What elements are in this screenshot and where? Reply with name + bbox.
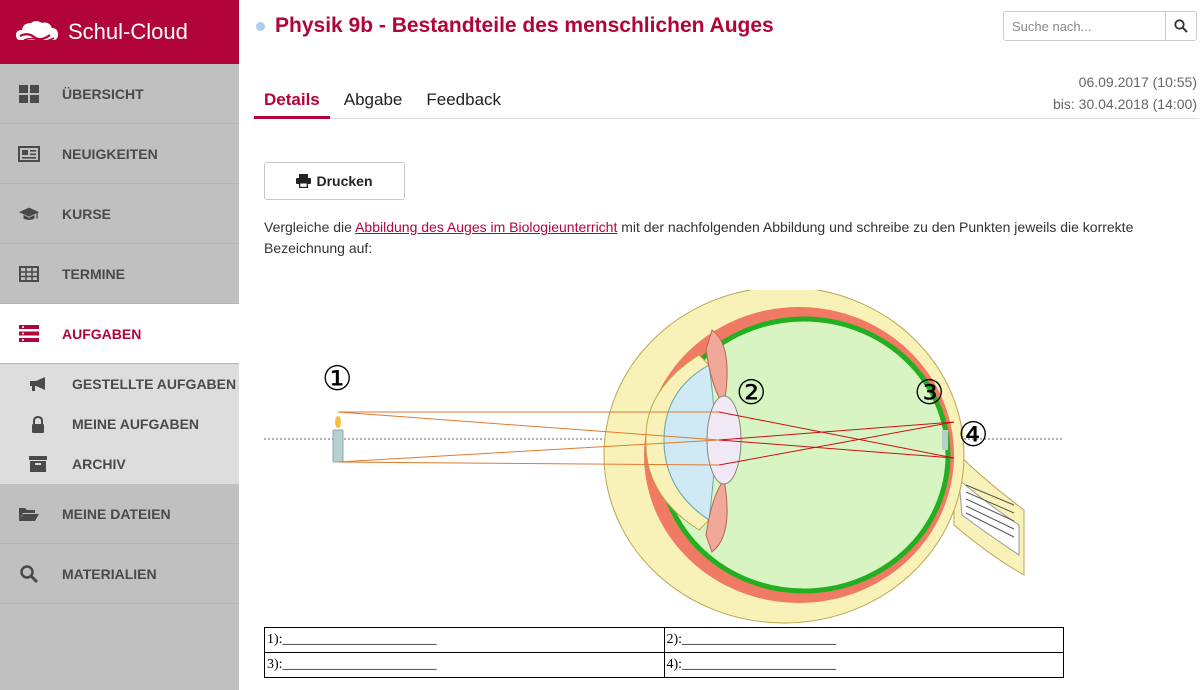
sidebar-item-label: MEINE AUFGABEN	[72, 416, 200, 432]
sidebar-item-label: TERMINE	[62, 265, 125, 282]
sidebar-item-label: NEUIGKEITEN	[62, 145, 158, 162]
search-box	[1003, 11, 1197, 41]
sidebar-item-termine[interactable]: TERMINE	[0, 244, 239, 304]
sidebar-subitem-gestellte-aufgaben[interactable]: GESTELLTE AUFGABEN	[0, 364, 239, 404]
answer-table: 1):______________________ 2):___________…	[264, 627, 1064, 678]
sidebar-item-label: GESTELLTE AUFGABEN	[72, 376, 237, 392]
sidebar-item-label: ARCHIV	[72, 456, 126, 472]
bullhorn-icon	[28, 374, 48, 394]
tasks-icon	[18, 323, 40, 345]
tab-abgabe[interactable]: Abgabe	[334, 90, 413, 119]
sidebar-item-aufgaben[interactable]: AUFGABEN	[0, 304, 239, 364]
graduation-cap-icon	[18, 203, 40, 225]
biology-figure-link[interactable]: Abbildung des Auges im Biologieunterrich…	[355, 219, 617, 235]
page-header: Physik 9b - Bestandteile des menschliche…	[256, 14, 774, 38]
marker-1: ①	[322, 359, 352, 399]
answer-cell: 2):______________________	[663, 627, 1064, 653]
candle-flame	[335, 416, 341, 428]
cloud-logo-icon	[16, 21, 58, 42]
sidebar-item-meine-dateien[interactable]: MEINE DATEIEN	[0, 484, 239, 544]
print-button-label: Drucken	[316, 173, 373, 189]
marker-3: ③	[914, 373, 944, 413]
eye-diagram: ① ② ③ ④	[264, 290, 1064, 624]
folder-open-icon	[18, 503, 40, 525]
search-button[interactable]	[1165, 12, 1196, 40]
table-row: 3):______________________ 4):___________…	[264, 652, 1064, 678]
main-content: Physik 9b - Bestandteile des menschliche…	[239, 0, 1202, 690]
brand-header[interactable]: Schul-Cloud	[0, 0, 239, 64]
newspaper-icon	[18, 143, 40, 165]
sidebar-subitem-archiv[interactable]: ARCHIV	[0, 444, 239, 484]
sidebar-item-uebersicht[interactable]: ÜBERSICHT	[0, 64, 239, 124]
search-icon	[18, 563, 40, 585]
candle	[332, 429, 344, 463]
sidebar-subitem-meine-aufgaben[interactable]: MEINE AUFGABEN	[0, 404, 239, 444]
task-tabs: Details Abgabe Feedback	[254, 90, 1198, 119]
tab-feedback[interactable]: Feedback	[416, 90, 511, 119]
sidebar-item-label: KURSE	[62, 205, 112, 222]
task-description: Vergleiche die Abbildung des Auges im Bi…	[264, 217, 1164, 259]
answer-cell: 4):______________________	[663, 652, 1064, 678]
sidebar-item-label: MATERIALIEN	[62, 565, 157, 582]
search-input[interactable]	[1004, 12, 1165, 40]
print-icon	[296, 174, 312, 188]
sidebar-item-materialien[interactable]: MATERIALIEN	[0, 544, 239, 604]
answer-cell: 3):______________________	[264, 652, 665, 678]
lock-icon	[28, 414, 48, 434]
sidebar: Schul-Cloud ÜBERSICHT NEUIGKEITEN KURSE …	[0, 0, 239, 690]
sidebar-item-neuigkeiten[interactable]: NEUIGKEITEN	[0, 124, 239, 184]
subnav-aufgaben: GESTELLTE AUFGABEN MEINE AUFGABEN ARCHIV	[0, 364, 239, 484]
sidebar-item-label: ÜBERSICHT	[62, 85, 144, 102]
dashboard-icon	[18, 83, 40, 105]
table-row: 1):______________________ 2):___________…	[264, 627, 1064, 653]
optic-nerve	[953, 448, 1025, 576]
retina-image	[942, 430, 948, 450]
search-icon	[1174, 19, 1188, 33]
page-title: Physik 9b - Bestandteile des menschliche…	[275, 14, 774, 37]
description-text-before: Vergleiche die	[264, 219, 356, 235]
answer-cell: 1):______________________	[264, 627, 665, 653]
print-button[interactable]: Drucken	[264, 162, 405, 200]
sidebar-item-label: AUFGABEN	[62, 325, 142, 342]
tab-details[interactable]: Details	[254, 90, 330, 119]
sidebar-item-kurse[interactable]: KURSE	[0, 184, 239, 244]
marker-2: ②	[736, 373, 766, 413]
app-name: Schul-Cloud	[68, 19, 188, 44]
status-dot	[256, 21, 265, 31]
marker-4: ④	[958, 415, 988, 455]
sidebar-item-label: MEINE DATEIEN	[62, 505, 171, 522]
calendar-table-icon	[18, 263, 40, 285]
archive-icon	[28, 454, 48, 474]
